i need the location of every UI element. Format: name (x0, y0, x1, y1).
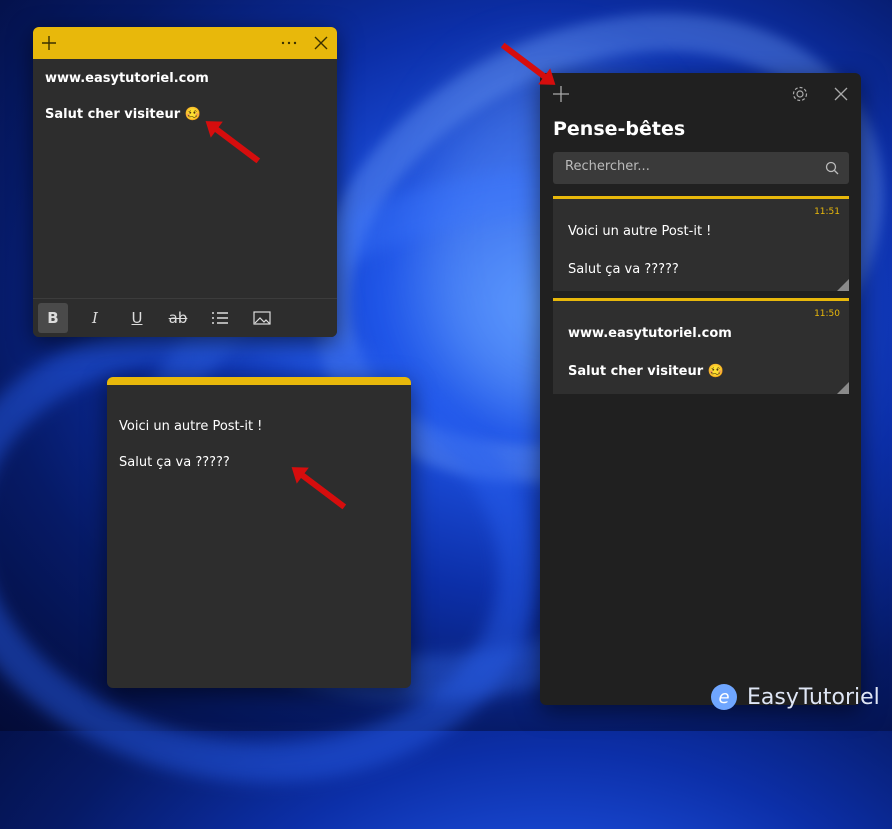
brand-logo: e (711, 684, 737, 710)
brand-text: EasyTutoriel (747, 684, 880, 710)
red-pointer-arrow (500, 42, 551, 83)
note-line: Salut cher visiteur 🥴 (45, 107, 201, 122)
underline-button[interactable]: U (122, 303, 152, 333)
note-title-bar[interactable] (107, 377, 411, 385)
image-icon (253, 311, 271, 325)
italic-button[interactable]: I (80, 303, 110, 333)
close-icon[interactable] (314, 36, 328, 50)
card-line: Salut cher visiteur 🥴 (568, 364, 724, 379)
new-note-plus-icon[interactable] (552, 85, 570, 103)
note-line: www.easytutoriel.com (45, 71, 209, 86)
search-input[interactable]: Rechercher... (553, 152, 849, 184)
sticky-note[interactable]: Voici un autre Post-it ! Salut ça va ???… (107, 377, 411, 688)
image-button[interactable] (247, 303, 277, 333)
note-line: Voici un autre Post-it ! (119, 419, 263, 434)
card-fold-corner (837, 382, 849, 394)
notes-list-panel: Pense-bêtes Rechercher... 11:51 Voici un… (540, 73, 861, 705)
card-line: Voici un autre Post-it ! (568, 224, 712, 239)
bold-button[interactable]: B (38, 303, 68, 333)
strikethrough-button[interactable]: ab (163, 303, 193, 333)
sticky-note-editor[interactable]: www.easytutoriel.com Salut cher visiteur… (33, 27, 337, 337)
list-icon (212, 312, 228, 324)
more-icon[interactable] (280, 35, 298, 51)
note-timestamp: 11:50 (814, 309, 840, 319)
note-content[interactable]: www.easytutoriel.com Salut cher visiteur… (33, 59, 337, 155)
card-line: Salut ça va ????? (568, 262, 679, 277)
note-line: Salut ça va ????? (119, 455, 230, 470)
plus-icon[interactable] (41, 35, 57, 51)
card-fold-corner (837, 279, 849, 291)
note-card[interactable]: 11:50 www.easytutoriel.com Salut cher vi… (553, 298, 849, 394)
settings-gear-icon[interactable] (791, 85, 809, 103)
note-content[interactable]: Voici un autre Post-it ! Salut ça va ???… (107, 385, 411, 525)
search-placeholder: Rechercher... (565, 159, 650, 174)
format-toolbar: B I U ab (33, 298, 337, 337)
search-icon[interactable] (825, 161, 839, 175)
bullet-list-button[interactable] (205, 303, 235, 333)
easytutoriel-watermark: e EasyTutoriel (711, 684, 880, 710)
note-card[interactable]: 11:51 Voici un autre Post-it ! Salut ça … (553, 196, 849, 291)
panel-title: Pense-bêtes (553, 118, 686, 140)
close-icon[interactable] (834, 87, 848, 101)
card-line: www.easytutoriel.com (568, 326, 732, 341)
note-timestamp: 11:51 (814, 207, 840, 217)
note-title-bar[interactable] (33, 27, 337, 59)
